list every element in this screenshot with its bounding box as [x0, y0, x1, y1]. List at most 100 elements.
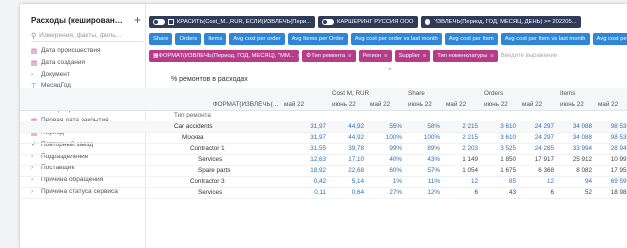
table-cell: 17 952 — [595, 165, 627, 177]
month-header[interactable]: май 22 — [443, 99, 481, 111]
calendar-icon: ▤ — [31, 47, 38, 55]
table-cell: 24 285 — [519, 143, 557, 155]
sort-icon[interactable]: ≡ — [384, 53, 387, 59]
month-header[interactable]: май 22 — [519, 99, 557, 111]
row-label[interactable]: Spare parts — [171, 165, 281, 177]
filter-chip[interactable]: ИЗВЛЕЧЬ(Период, ГОД, МЕСЯЦ, ДЕНЬ) >= 202… — [420, 16, 581, 28]
month-header[interactable]: май 22 — [281, 99, 329, 111]
collapse-chevron-icon[interactable]: ⌃ — [387, 67, 393, 75]
sidebar-field-label: Дата происшествия — [41, 47, 101, 55]
sidebar-field-item[interactable]: ▤ Дата создания — [31, 57, 143, 69]
measure-chip[interactable]: Items — [204, 33, 227, 45]
dimension-chip[interactable]: ▦ ФОРМАТ(ИЗВЛЕЧЬ(Период, ГОД, МЕСЯЦ), "М… — [149, 50, 299, 62]
month-header[interactable]: июнь 22 — [405, 99, 443, 111]
sort-icon[interactable]: ≡ — [423, 53, 426, 59]
month-header[interactable]: май 22 — [367, 99, 405, 111]
sort-icon[interactable]: ≡ — [298, 53, 299, 59]
row-dimension-header[interactable]: Тип ремонта — [171, 110, 627, 121]
spacer — [20, 165, 171, 177]
expression-input[interactable]: Введите выражение — [501, 50, 557, 62]
table-cell: 2 215 — [443, 132, 481, 144]
dimension-row: ▦ ФОРМАТ(ИЗВЛЕЧЬ(Период, ГОД, МЕСЯЦ), "М… — [149, 50, 557, 62]
dimension-chip[interactable]: Регион ≡ — [358, 50, 392, 62]
toggle-switch-icon[interactable] — [424, 19, 436, 25]
table-cell: 3 525 — [481, 143, 519, 155]
search-placeholder: Измерения, факты, филь... — [39, 32, 122, 39]
table-cell: 98 539 — [595, 121, 627, 133]
column-group-header[interactable]: Cost M, RUR — [329, 88, 405, 99]
table-cell: 5,14 — [329, 176, 367, 188]
measure-chip[interactable]: Avg cost per Item — [444, 33, 498, 45]
measure-chip[interactable]: Avg cost per Item vs last month — [500, 33, 590, 45]
dimension-chip[interactable]: Supplier ≡ — [394, 50, 431, 62]
column-group-header[interactable] — [20, 88, 329, 99]
search-icon: ⚲ — [31, 32, 37, 40]
toggle-switch-icon[interactable] — [153, 19, 165, 25]
table-row[interactable]: Car accidents 31,97 44,92 55% 58% 2 215 3 610 2… — [20, 121, 627, 133]
table-cell: 94 — [557, 176, 595, 188]
sort-icon[interactable]: ≡ — [490, 53, 493, 59]
table-cell: 0,42 — [281, 176, 329, 188]
table-cell: 100% — [367, 132, 405, 144]
corner-header[interactable]: ФОРМАТ(ИЗВЛЕЧЬ(... — [171, 99, 281, 111]
table-cell: 98 539 — [595, 132, 627, 144]
add-field-icon[interactable]: + — [134, 14, 141, 26]
table-cell: 27% — [367, 187, 405, 199]
row-label[interactable]: Contractor 1 — [171, 143, 281, 155]
sidebar-field-item[interactable]: ▤ Дата происшествия — [31, 45, 143, 57]
table-cell: 31,97 — [281, 121, 329, 133]
month-header[interactable]: июнь 22 — [481, 99, 519, 111]
table-cell: 33 994 — [557, 143, 595, 155]
sort-icon[interactable]: ≡ — [348, 53, 351, 59]
table-cell: 6 — [443, 187, 481, 199]
table-row[interactable]: Services 12,63 17,10 40% 43% 1 149 1 850 17 917… — [20, 154, 627, 166]
column-group-header[interactable]: Items — [557, 88, 627, 99]
dimension-chip-label: Регион — [362, 53, 382, 59]
table-row[interactable]: Spare parts 18,92 22,68 60% 57% 1 054 1 675 6 3… — [20, 165, 627, 177]
dimension-chip[interactable]: ⚙ Тип ремонта ≡ — [302, 50, 356, 62]
month-header[interactable]: июнь 22 — [557, 99, 595, 111]
row-label[interactable]: Services — [171, 154, 281, 166]
table-cell: 39,78 — [329, 143, 367, 155]
table-cell: 2 215 — [443, 121, 481, 133]
dataset-title[interactable]: Расходы (кеширование о... — [31, 16, 123, 25]
measure-chip[interactable]: Avg cost per order — [229, 33, 285, 45]
measure-chip[interactable]: Avg cost pe — [592, 33, 627, 45]
row-label[interactable]: Services — [171, 187, 281, 199]
table-cell: 17 917 — [519, 154, 557, 166]
table-cell: 99% — [367, 143, 405, 155]
dimension-chip[interactable]: Тип номенклатуры ≡ — [433, 50, 498, 62]
table-cell: 17,10 — [329, 154, 367, 166]
row-label[interactable]: Москва — [171, 132, 281, 144]
table-row[interactable]: Contractor 30,425,141%11%1285129469 5961… — [20, 176, 627, 188]
table-cell: 2 203 — [443, 143, 481, 155]
color-swatch-icon — [168, 19, 174, 25]
filter-chip-label: КРАСИТЬ(Cost_M..,RUR, ЕСЛИ(ИЗВЛЕЧЬ(Пери.… — [177, 19, 311, 25]
sidebar-field-label: Документ — [41, 70, 70, 78]
filter-chip[interactable]: КАРШЕРИНГ РУССИЯ ООО — [318, 16, 418, 28]
sidebar-field-item[interactable]: › Документ — [31, 68, 143, 80]
measure-chip[interactable]: Share — [149, 33, 173, 45]
table-row[interactable]: Contractor 1 31,55 39,78 99% 89% 2 203 3 525 24… — [20, 143, 627, 155]
month-header[interactable]: май 22 — [595, 99, 627, 111]
row-label[interactable]: Contractor 3 — [171, 176, 281, 188]
filter-chip[interactable]: КРАСИТЬ(Cost_M..,RUR, ЕСЛИ(ИЗВЛЕЧЬ(Пери.… — [149, 16, 315, 28]
column-group-header[interactable]: Orders — [481, 88, 557, 99]
filter-chip-label: ИЗВЛЕЧЬ(Период, ГОД, МЕСЯЦ, ДЕНЬ) >= 202… — [433, 19, 577, 25]
field-search-input[interactable]: ⚲ Измерения, факты, филь... — [31, 30, 143, 42]
column-group-header[interactable]: Share — [405, 88, 481, 99]
spacer — [20, 143, 171, 155]
measure-chip[interactable]: Avg cost per order vs last month — [350, 33, 442, 45]
table-row[interactable]: Москва 31,97 44,92 100% 100% 2 215 3 610 24 297… — [20, 132, 627, 144]
measure-chip[interactable]: Orders — [175, 33, 202, 45]
table-row[interactable]: Services0,110,6427%12%64365218 98514 847… — [20, 187, 627, 199]
toggle-switch-icon[interactable] — [322, 19, 334, 25]
calendar-icon: ▤ — [31, 59, 38, 67]
table-cell: 85 — [481, 176, 519, 188]
month-header[interactable]: июнь 22 — [329, 99, 367, 111]
row-label[interactable]: Car accidents — [171, 121, 281, 133]
sidebar-field-label: Дата создания — [41, 59, 86, 67]
table-cell: 69 596 — [595, 176, 627, 188]
table-cell: 6 368 — [519, 165, 557, 177]
measure-chip[interactable]: Avg Items per Order — [287, 33, 348, 45]
